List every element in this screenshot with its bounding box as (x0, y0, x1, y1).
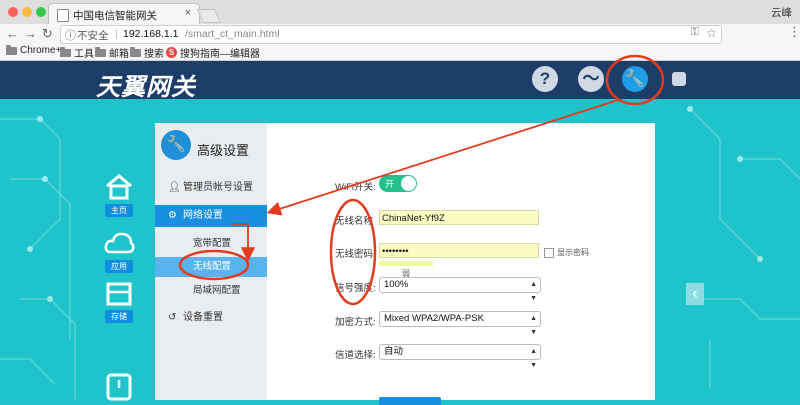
bookmark-mail[interactable]: 邮箱 (95, 45, 129, 60)
app-logo: 天翼网关 (96, 74, 196, 101)
bookmark-sogou-guide[interactable]: S 搜狗指南—编辑器 (166, 45, 260, 60)
tab-title: 中国电信智能网关 (73, 10, 157, 22)
bookmark-search[interactable]: 搜索 (130, 45, 164, 60)
back-icon[interactable]: ← (6, 26, 19, 41)
security-label: 不安全 (77, 30, 109, 42)
encryption-label: 加密方式: (335, 317, 376, 328)
address-bar[interactable]: ⓘ 不安全 | 192.168.1.1 /smart_ct_main.html … (60, 25, 722, 44)
url-path: /smart_ct_main.html (185, 28, 280, 40)
save-button[interactable] (379, 397, 441, 405)
sidebar-item-network[interactable]: ⚙ 网络设置 (155, 205, 267, 227)
status-icon[interactable]: 〜 (578, 66, 604, 92)
bookmark-tools[interactable]: 工具 (60, 45, 94, 60)
minimize-window-button[interactable] (22, 7, 32, 17)
browser-tab-strip: 中国电信智能网关 × 云峰 (0, 0, 800, 25)
folder-icon (60, 46, 71, 57)
encryption-select[interactable]: Mixed WPA2/WPA-PSK ▲ ▼ (379, 311, 541, 336)
select-arrows-icon: ▲ ▼ (530, 348, 537, 369)
home-icon (103, 172, 135, 202)
browser-tab[interactable]: 中国电信智能网关 × (48, 3, 200, 25)
nav-home[interactable]: 主页 (102, 172, 136, 217)
forward-icon[interactable]: → (24, 26, 37, 41)
signal-label: 信号强度: (335, 283, 376, 294)
collapse-arrow-icon[interactable]: ‹ (686, 283, 704, 305)
exit-icon[interactable] (672, 72, 686, 86)
close-window-button[interactable] (8, 7, 18, 17)
menu-icon[interactable]: ⋮ (788, 24, 800, 40)
ssid-label: 无线名称 (335, 216, 374, 227)
wrench-icon: 🔧 (161, 130, 191, 160)
select-arrows-icon: ▲ ▼ (530, 315, 537, 336)
settings-wrench-icon[interactable]: 🔧 (622, 66, 648, 92)
ssid-input[interactable]: ChinaNet-Yf9Z (379, 210, 539, 225)
settings-panel: 🔧 高级设置 👤︎ 管理员帐号设置 ⚙ 网络设置 宽带配置 无线配置 局域网配置… (155, 123, 655, 405)
password-strength-bar (379, 261, 433, 266)
maximize-window-button[interactable] (36, 7, 46, 17)
info-icon[interactable]: ⓘ (65, 27, 76, 43)
wifi-switch[interactable]: 开 (379, 175, 417, 192)
reset-icon: ↺ (168, 312, 177, 323)
folder-icon (95, 46, 106, 57)
sidebar-subitem-lan[interactable]: 局域网配置 (155, 281, 267, 301)
sidebar-subitem-broadband[interactable]: 宽带配置 (155, 234, 267, 254)
sidebar-item-admin[interactable]: 👤︎ 管理员帐号设置 (155, 177, 267, 199)
profile-name[interactable]: 云峰 (771, 5, 792, 20)
nav-apps[interactable]: 应用 (102, 228, 136, 273)
folder-icon (6, 44, 17, 55)
sidebar-subitem-wireless[interactable]: 无线配置 (155, 257, 267, 277)
bookmark-chrome-plus[interactable]: Chrome+ (6, 44, 61, 56)
user-icon: 👤︎ (168, 182, 181, 193)
cloud-icon (103, 228, 135, 258)
channel-select[interactable]: 自动 ▲ ▼ (379, 344, 541, 369)
sidebar-item-reset[interactable]: ↺ 设备重置 (155, 307, 267, 329)
address-bar-row: ← → ↻ ⓘ 不安全 | 192.168.1.1 /smart_ct_main… (0, 24, 800, 64)
gear-icon: ⚙ (168, 210, 177, 221)
bookmark-star-icon[interactable]: ☆ (706, 26, 717, 40)
power-icon (103, 372, 135, 402)
new-tab-button[interactable] (196, 9, 222, 23)
url-host: 192.168.1.1 (123, 28, 179, 40)
page-icon (57, 9, 69, 22)
sidebar: 🔧 高级设置 👤︎ 管理员帐号设置 ⚙ 网络设置 宽带配置 无线配置 局域网配置… (155, 123, 267, 400)
sogou-icon: S (166, 47, 177, 58)
reload-icon[interactable]: ↻ (42, 26, 53, 42)
nav-power[interactable] (102, 372, 136, 402)
bookmarks-bar: Chrome+ 工具 邮箱 搜索 S 搜狗指南—编辑器 (0, 44, 800, 61)
tab-close-icon[interactable]: × (185, 7, 191, 19)
show-password-checkbox[interactable] (544, 247, 554, 258)
wireless-form: WiFi开关: 开 无线名称 ChinaNet-Yf9Z 无线密码: •••••… (267, 123, 655, 405)
channel-label: 信道选择: (335, 350, 376, 361)
help-icon[interactable]: ? (532, 66, 558, 92)
wifi-switch-label: WiFi开关: (335, 182, 376, 193)
show-password-toggle[interactable]: 显示密码 (544, 247, 589, 258)
storage-icon (103, 278, 135, 308)
select-arrows-icon: ▲ ▼ (530, 281, 537, 302)
key-icon[interactable]: ⚿ (691, 26, 699, 39)
password-input[interactable]: •••••••• (379, 243, 539, 258)
nav-storage[interactable]: 存储 (102, 278, 136, 323)
password-label: 无线密码: (335, 249, 376, 260)
signal-select[interactable]: 100% ▲ ▼ (379, 277, 541, 302)
sidebar-title: 高级设置 (197, 143, 250, 158)
folder-icon (130, 46, 141, 57)
